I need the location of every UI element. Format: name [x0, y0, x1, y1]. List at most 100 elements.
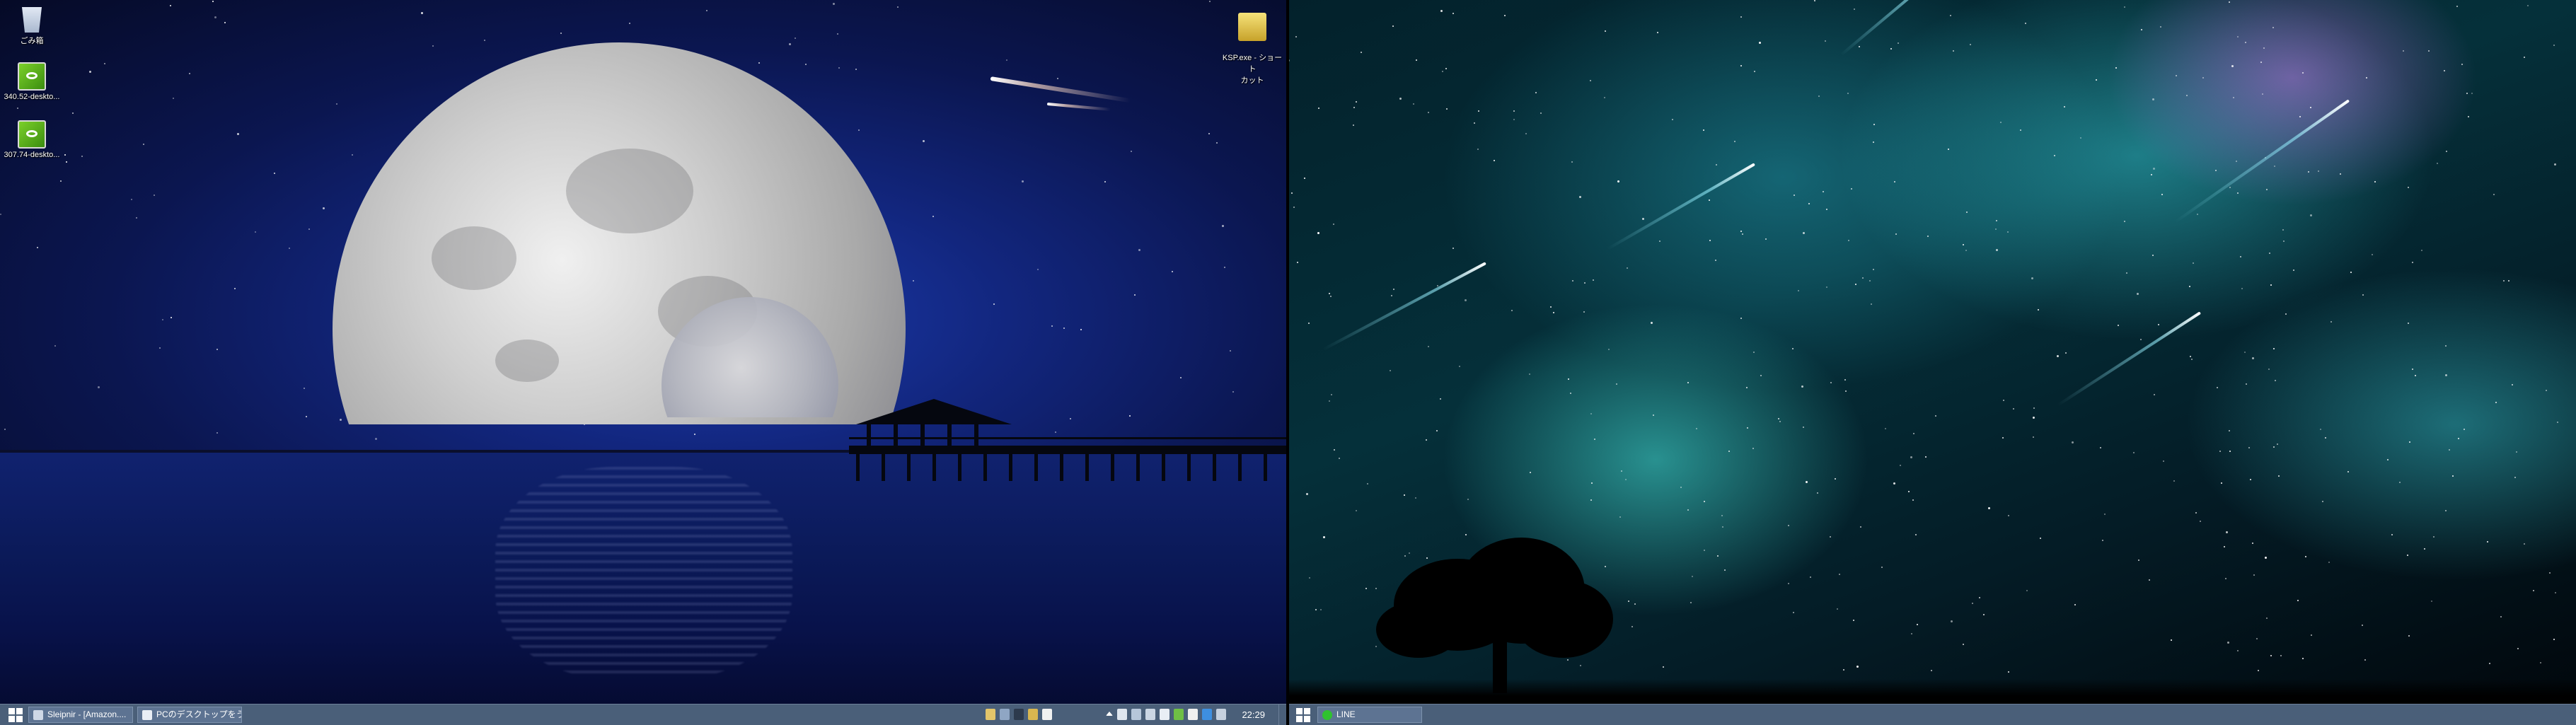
star: [2013, 408, 2014, 410]
chat-icon[interactable]: [1188, 709, 1198, 720]
star: [2115, 67, 2117, 69]
star: [1494, 160, 1495, 161]
star: [1525, 133, 1527, 134]
start-button[interactable]: [1296, 708, 1310, 722]
star: [1579, 196, 1581, 198]
star: [2033, 417, 2035, 419]
star: [1057, 78, 1058, 79]
app-icon[interactable]: [1000, 709, 1010, 720]
star: [897, 6, 899, 8]
star: [2020, 129, 2021, 131]
star: [274, 173, 275, 174]
notepad-quick-icon[interactable]: [1042, 709, 1052, 720]
star: [1734, 141, 1735, 142]
star: [2408, 187, 2409, 188]
star: [2302, 72, 2304, 74]
taskbar-clock[interactable]: 22:29: [1242, 709, 1265, 720]
star: [2266, 617, 2268, 619]
show-desktop-button[interactable]: [1278, 704, 1286, 725]
pier-post: [1111, 453, 1114, 481]
pier-post: [1009, 453, 1012, 481]
star: [1721, 515, 1723, 516]
tray-expand-icon[interactable]: [1106, 712, 1113, 716]
star: [1754, 71, 1755, 72]
star: [1818, 95, 1820, 97]
star: [1890, 48, 1892, 50]
star: [1653, 414, 1654, 416]
star: [1413, 103, 1414, 105]
taskbar-item-sleipnir[interactable]: Sleipnir - [Amazon....: [28, 707, 133, 723]
star: [1869, 280, 1871, 282]
terminal-icon[interactable]: [1014, 709, 1024, 720]
star: [2100, 447, 2101, 448]
star: [1788, 525, 1789, 526]
notepad-icon: [142, 710, 152, 720]
star: [1835, 478, 1836, 480]
right-monitor: [1288, 0, 2576, 724]
star: [1817, 492, 1818, 494]
star: [923, 140, 925, 142]
star: [2057, 355, 2059, 357]
star: [1399, 98, 1402, 100]
star: [1826, 286, 1827, 288]
shield-icon[interactable]: [1202, 709, 1212, 720]
star: [143, 144, 144, 145]
star: [1440, 10, 1443, 12]
folder-icon[interactable]: [1028, 709, 1038, 720]
star: [1356, 101, 1357, 103]
star: [2283, 240, 2285, 242]
star: [1696, 428, 1697, 429]
star: [1803, 427, 1804, 428]
star: [2031, 277, 2033, 279]
star: [375, 438, 377, 440]
star: [2126, 272, 2127, 274]
star: [81, 156, 83, 157]
start-button[interactable]: [8, 708, 23, 722]
star: [1131, 151, 1132, 152]
star: [2026, 590, 2028, 591]
explorer-icon[interactable]: [986, 709, 995, 720]
desktop-icon-ksp-shortcut[interactable]: KSP.exe - ショート カット: [1220, 4, 1284, 94]
taskbar-item-notepad[interactable]: PCのデスクトップをうp ...: [137, 707, 242, 723]
star: [340, 419, 342, 421]
star: [2189, 286, 2190, 287]
star: [224, 22, 226, 23]
star: [171, 317, 172, 318]
desktop-icon-nvidia-307[interactable]: 307.74-deskto...: [0, 120, 64, 159]
flag-icon[interactable]: [1117, 709, 1127, 720]
gazebo: [856, 399, 1012, 424]
star: [1628, 601, 1629, 602]
display-icon[interactable]: [1131, 709, 1141, 720]
star: [2524, 57, 2525, 58]
star: [323, 207, 325, 209]
star: [1309, 577, 1310, 579]
desktop-icon-nvidia-340[interactable]: 340.52-deskto...: [0, 62, 64, 101]
desktop-icon-recycle-bin[interactable]: ごみ箱: [0, 4, 64, 46]
star: [2516, 451, 2517, 453]
network-icon[interactable]: [1145, 709, 1155, 720]
star: [1885, 428, 1886, 429]
star: [1935, 415, 1936, 417]
star: [1593, 279, 1594, 281]
star: [2374, 181, 2376, 182]
keyboard-icon[interactable]: [1216, 709, 1226, 720]
star: [1826, 209, 1827, 210]
pier: [849, 446, 1288, 454]
star: [1590, 499, 1592, 501]
star: [2325, 437, 2326, 439]
star: [1391, 295, 1392, 296]
star: [1862, 277, 1864, 279]
star: [1843, 669, 1844, 671]
star: [2258, 670, 2259, 671]
star: [2493, 194, 2495, 195]
star: [2270, 655, 2272, 656]
star: [1788, 583, 1789, 584]
taskbar-item-line[interactable]: LINE: [1317, 707, 1422, 723]
star: [2217, 387, 2218, 388]
antivirus-icon[interactable]: [1174, 709, 1184, 720]
star: [2193, 262, 2194, 264]
star: [1293, 207, 1295, 208]
star: [1594, 439, 1595, 440]
volume-icon[interactable]: [1160, 709, 1169, 720]
left-monitor: ごみ箱 340.52-deskto... 307.74-deskto... KS…: [0, 0, 1288, 724]
